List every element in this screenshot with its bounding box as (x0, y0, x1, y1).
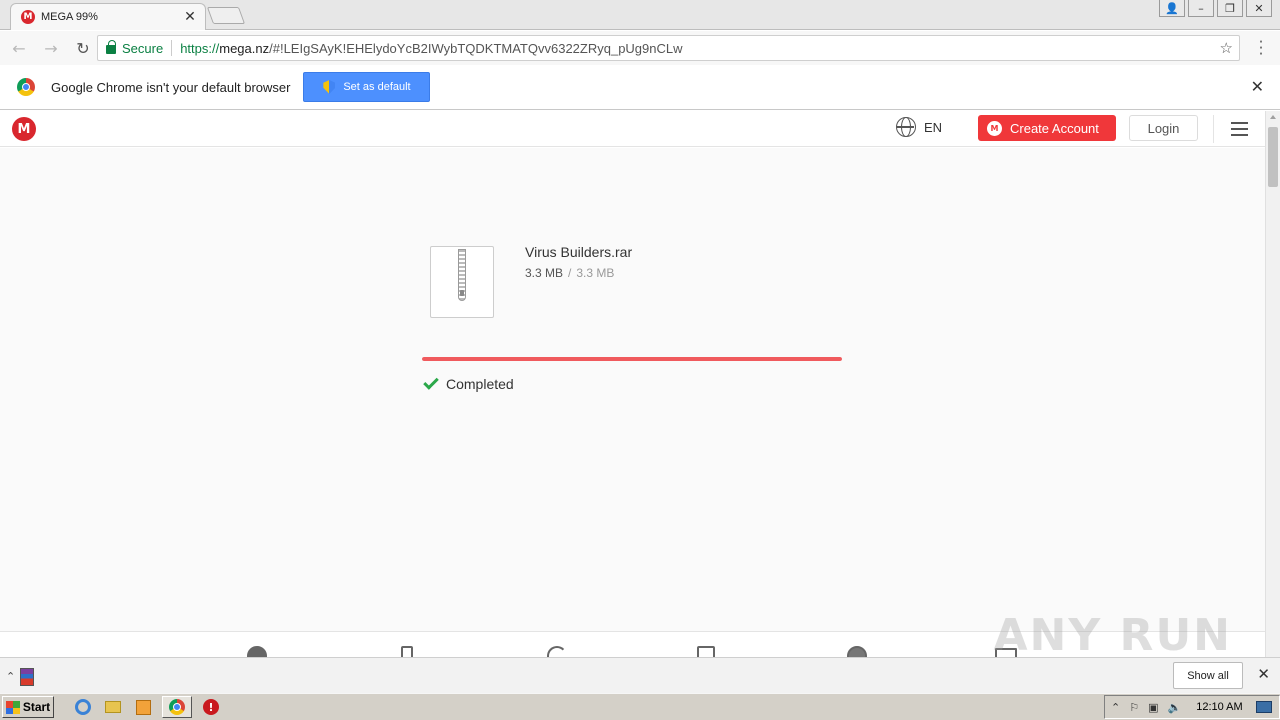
volume-icon[interactable]: 🔈 (1168, 701, 1182, 714)
system-tray: ⌃ ⚐ ▣ 🔈 12:10 AM (1104, 695, 1280, 719)
check-icon (423, 374, 439, 390)
archive-file-icon (430, 246, 494, 318)
mega-header: M EN M Create Account Login (0, 111, 1265, 147)
sync-icon (547, 646, 567, 657)
download-shelf: ⌃ Show all ✕ (0, 657, 1280, 693)
reload-icon[interactable]: ↻ (70, 35, 96, 61)
default-browser-infobar: Google Chrome isn't your default browser… (0, 65, 1280, 110)
start-button[interactable]: Start (2, 696, 54, 718)
uac-shield-icon (323, 80, 336, 94)
url-text[interactable]: https://mega.nz/#!LEIgSAyK!EHElydoYcB2IW… (180, 41, 682, 56)
language-label: EN (924, 119, 943, 135)
omnibox-divider (171, 40, 173, 56)
secure-label: Secure (122, 40, 164, 56)
bookmark-star-icon[interactable]: ☆ (1220, 39, 1233, 57)
tab-close-icon[interactable]: ✕ (183, 9, 197, 25)
minimize-icon[interactable]: – (1188, 0, 1214, 17)
tab-mega[interactable]: M MEGA 99% ✕ (10, 3, 206, 30)
infobar-message: Google Chrome isn't your default browser (51, 79, 291, 95)
shelf-close-icon[interactable]: ✕ (1257, 665, 1270, 683)
internet-explorer-icon[interactable] (72, 696, 94, 718)
window-controls: 👤 – ❐ ✕ (1156, 0, 1272, 18)
flag-icon[interactable]: ⚐ (1129, 701, 1139, 714)
scroll-thumb[interactable] (1268, 127, 1278, 187)
new-tab-button[interactable] (206, 7, 246, 24)
show-desktop-icon[interactable] (1255, 701, 1272, 713)
language-selector[interactable]: EN (896, 117, 942, 137)
lock-icon (106, 40, 116, 54)
winrar-icon[interactable] (20, 668, 34, 686)
create-account-label: Create Account (1010, 120, 1099, 136)
media-player-icon[interactable] (132, 696, 154, 718)
infobar-close-icon[interactable]: ✕ (1251, 77, 1264, 96)
restore-icon[interactable]: ❐ (1217, 0, 1243, 17)
back-icon[interactable]: ← (6, 35, 32, 61)
download-panel: Virus Builders.rar 3.3 MB / 3.3 MB Complet… (0, 148, 1265, 631)
mega-mini-icon: M (987, 120, 1002, 136)
profile-icon[interactable]: 👤 (1159, 0, 1185, 17)
chrome-taskbar-icon[interactable] (162, 696, 192, 718)
url-host: mega.nz (219, 40, 270, 56)
header-divider (1213, 115, 1214, 143)
size-separator: / (568, 266, 572, 280)
downloaded-size: 3.3 MB (525, 266, 564, 280)
network-icon[interactable]: ▣ (1148, 701, 1158, 714)
forward-icon[interactable]: → (38, 35, 64, 61)
document-icon (697, 646, 715, 657)
set-as-default-button[interactable]: Set as default (303, 72, 431, 102)
mega-favicon-icon: M (21, 10, 35, 24)
anyrun-watermark: ANY RUN (993, 610, 1232, 661)
zipper-icon (458, 249, 466, 301)
url-scheme: https:// (180, 40, 220, 56)
total-size: 3.3 MB (576, 266, 615, 280)
globe-icon (896, 117, 916, 137)
start-label: Start (22, 700, 51, 714)
windows-taskbar: Start ! ⌃ ⚐ ▣ 🔈 12:10 AM (0, 693, 1280, 720)
page-scrollbar[interactable] (1265, 111, 1280, 657)
progress-fill (422, 357, 842, 361)
chevron-up-icon[interactable]: ⌃ (6, 670, 15, 683)
mobile-icon (401, 646, 413, 657)
chrome-menu-icon[interactable]: · · · (1258, 35, 1264, 62)
mega-logo-icon[interactable]: M (12, 117, 36, 141)
file-size: 3.3 MB / 3.3 MB (525, 266, 614, 280)
explorer-folder-icon[interactable] (102, 696, 124, 718)
chrome-logo-icon (17, 78, 35, 96)
hamburger-menu-icon[interactable] (1231, 122, 1248, 136)
file-name: Virus Builders.rar (525, 244, 633, 260)
address-bar[interactable]: Secure https://mega.nz/#!LEIgSAyK!EHElyd… (97, 35, 1240, 61)
window-close-icon[interactable]: ✕ (1246, 0, 1272, 17)
show-all-button[interactable]: Show all (1173, 662, 1243, 689)
tray-expand-icon[interactable]: ⌃ (1111, 701, 1120, 714)
login-button[interactable]: Login (1129, 115, 1198, 141)
create-account-button[interactable]: M Create Account (978, 115, 1116, 141)
clock[interactable]: 12:10 AM (1196, 701, 1242, 713)
security-icon (247, 646, 267, 657)
scroll-up-icon[interactable] (1270, 115, 1276, 119)
global-icon (847, 646, 867, 657)
tab-strip: M MEGA 99% ✕ 👤 – ❐ ✕ (0, 0, 1280, 30)
status-label: Completed (446, 376, 514, 392)
download-progress-bar (422, 357, 842, 361)
windows-flag-icon (5, 700, 20, 714)
browser-toolbar: ← → ↻ Secure https://mega.nz/#!LEIgSAyK!… (0, 31, 1280, 65)
stop-sign-icon[interactable]: ! (200, 696, 222, 718)
tab-title: MEGA 99% (41, 11, 98, 23)
download-status: Completed (422, 374, 514, 392)
set-as-default-label: Set as default (343, 81, 411, 93)
url-path: /#!LEIgSAyK!EHElydoYcB2IWybTQDKTMATQvv63… (269, 40, 683, 56)
